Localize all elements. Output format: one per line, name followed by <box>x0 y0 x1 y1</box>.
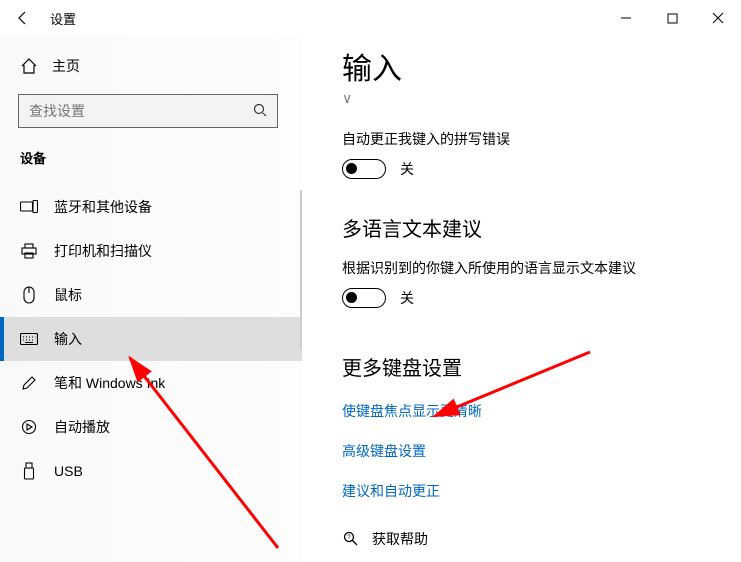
minimize-icon <box>620 12 632 24</box>
mouse-icon <box>20 286 38 304</box>
help-row[interactable]: ? 获取帮助 <box>342 529 731 549</box>
maximize-icon <box>667 13 678 24</box>
search-box[interactable] <box>18 94 278 128</box>
nav-mouse[interactable]: 鼠标 <box>0 273 302 317</box>
close-button[interactable] <box>695 0 741 36</box>
multilingual-state: 关 <box>400 288 414 308</box>
autocorrect-state: 关 <box>400 159 414 179</box>
nav-label: 笔和 Windows Ink <box>54 373 165 393</box>
more-keyboard-header: 更多键盘设置 <box>342 352 731 381</box>
scrollbar-hint[interactable] <box>300 190 302 350</box>
devices-icon <box>20 198 38 216</box>
nav-printers[interactable]: 打印机和扫描仪 <box>0 229 302 273</box>
nav-bluetooth[interactable]: 蓝牙和其他设备 <box>0 185 302 229</box>
multilingual-header: 多语言文本建议 <box>342 213 731 242</box>
search-input[interactable] <box>29 103 253 119</box>
home-icon <box>20 57 38 75</box>
svg-text:?: ? <box>347 535 351 541</box>
home-nav[interactable]: 主页 <box>0 50 302 82</box>
nav-list: 蓝牙和其他设备 打印机和扫描仪 鼠标 输入 笔和 Windows Ink 自动播… <box>0 185 302 493</box>
help-label: 获取帮助 <box>372 529 428 549</box>
nav-label: USB <box>54 463 83 479</box>
partial-toggle-remnant: ∨ <box>342 90 352 107</box>
autocorrect-label: 自动更正我键入的拼写错误 <box>342 129 731 149</box>
arrow-left-icon <box>15 10 31 26</box>
autocorrect-toggle[interactable] <box>342 159 386 179</box>
window-title: 设置 <box>50 9 76 28</box>
sidebar-section-label: 设备 <box>0 148 302 175</box>
link-keyboard-focus[interactable]: 使键盘焦点显示更清晰 <box>342 401 731 421</box>
nav-pen[interactable]: 笔和 Windows Ink <box>0 361 302 405</box>
window-controls <box>603 0 741 36</box>
nav-label: 自动播放 <box>54 417 110 437</box>
titlebar: 设置 <box>0 0 741 36</box>
back-button[interactable] <box>0 0 46 36</box>
nav-autoplay[interactable]: 自动播放 <box>0 405 302 449</box>
keyboard-icon <box>20 330 38 348</box>
nav-usb[interactable]: USB <box>0 449 302 493</box>
printer-icon <box>20 242 38 260</box>
pen-icon <box>20 374 38 392</box>
close-icon <box>712 12 724 24</box>
usb-icon <box>20 462 38 480</box>
nav-typing[interactable]: 输入 <box>0 317 302 361</box>
content-area: 输入 ∨ 自动更正我键入的拼写错误 关 多语言文本建议 根据识别到的你键入所使用… <box>302 36 741 562</box>
maximize-button[interactable] <box>649 0 695 36</box>
multilingual-toggle[interactable] <box>342 288 386 308</box>
nav-label: 鼠标 <box>54 285 82 305</box>
autoplay-icon <box>20 418 38 436</box>
nav-label: 输入 <box>54 329 82 349</box>
nav-label: 蓝牙和其他设备 <box>54 197 152 217</box>
help-icon: ? <box>342 530 360 548</box>
nav-label: 打印机和扫描仪 <box>54 241 152 261</box>
home-label: 主页 <box>52 56 80 76</box>
link-advanced-keyboard[interactable]: 高级键盘设置 <box>342 441 731 461</box>
sidebar: 主页 设备 蓝牙和其他设备 打印机和扫描仪 鼠标 <box>0 36 302 562</box>
minimize-button[interactable] <box>603 0 649 36</box>
multilingual-label: 根据识别到的你键入所使用的语言显示文本建议 <box>342 258 731 278</box>
page-title: 输入 <box>342 44 731 88</box>
search-icon <box>253 103 267 120</box>
link-suggestions[interactable]: 建议和自动更正 <box>342 481 731 501</box>
